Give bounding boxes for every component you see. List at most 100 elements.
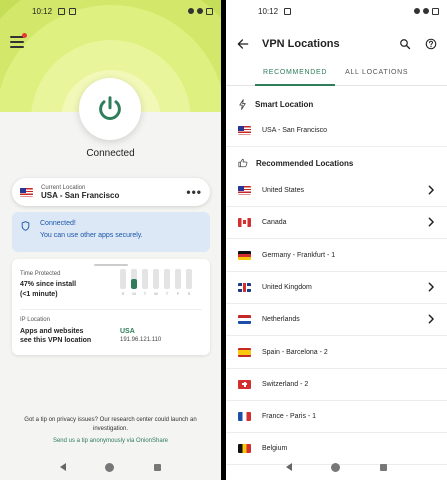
menu-icon[interactable] bbox=[10, 33, 27, 48]
row-divider bbox=[226, 271, 447, 272]
nav-recents-icon[interactable] bbox=[154, 463, 162, 471]
more-options-icon[interactable]: ••• bbox=[186, 185, 202, 199]
home-screen: 10:12 Connected Current Location USA - S… bbox=[0, 0, 221, 480]
nav-back-icon[interactable] bbox=[285, 463, 292, 471]
location-name: Germany - Frankfurt - 1 bbox=[262, 251, 336, 259]
onionshare-link[interactable]: Send us a tip anonymously via OnionShare bbox=[0, 438, 221, 444]
day-bar bbox=[186, 269, 192, 289]
ip-location-label: IP Location bbox=[20, 317, 50, 323]
location-row[interactable]: Netherlands bbox=[226, 305, 447, 333]
power-icon bbox=[99, 96, 121, 120]
notification-icon bbox=[58, 7, 66, 15]
day-label: F bbox=[176, 291, 180, 296]
location-row[interactable]: Canada bbox=[226, 208, 447, 236]
chevron-right-icon[interactable] bbox=[427, 217, 435, 227]
nav-back-icon[interactable] bbox=[59, 463, 66, 471]
us-flag-icon bbox=[238, 185, 251, 195]
day-column: F bbox=[175, 269, 181, 296]
day-label: W bbox=[154, 291, 158, 296]
row-divider bbox=[226, 303, 447, 304]
nav-home-icon[interactable] bbox=[105, 462, 115, 472]
day-label: M bbox=[132, 291, 136, 296]
stats-card[interactable]: Time Protected 47% since install (<1 min… bbox=[12, 259, 210, 355]
notice-title: Connected! bbox=[40, 220, 76, 227]
day-bar bbox=[153, 269, 159, 289]
shield-icon bbox=[21, 221, 30, 231]
status-time: 10:12 bbox=[32, 6, 53, 16]
drag-handle[interactable] bbox=[94, 264, 128, 266]
ip-location-line1: Apps and websites bbox=[20, 328, 84, 335]
wifi-icon bbox=[423, 8, 429, 14]
location-row[interactable]: France - Paris - 1 bbox=[226, 402, 447, 430]
status-time: 10:12 bbox=[258, 6, 279, 16]
day-column: S bbox=[120, 269, 126, 296]
sim-icon bbox=[284, 7, 292, 15]
location-name: Belgium bbox=[262, 444, 288, 452]
section-divider bbox=[226, 146, 447, 147]
page-title: VPN Locations bbox=[262, 38, 340, 50]
day-bar bbox=[164, 269, 170, 289]
location-name: Canada bbox=[262, 218, 287, 226]
belgium-flag-icon bbox=[238, 443, 251, 453]
thumbs-up-icon bbox=[238, 158, 248, 168]
recommended-locations-label: Recommended Locations bbox=[256, 158, 354, 168]
smart-location-item[interactable]: USA - San Francisco bbox=[226, 116, 447, 144]
battery-icon bbox=[432, 7, 439, 15]
location-row[interactable]: Germany - Frankfurt - 1 bbox=[226, 241, 447, 269]
location-name: United States bbox=[262, 186, 305, 194]
france-flag-icon bbox=[238, 411, 251, 421]
day-column: M bbox=[131, 269, 137, 296]
time-protected-label: Time Protected bbox=[20, 271, 61, 277]
tip-text: Got a tip on privacy issues? Our researc… bbox=[24, 417, 197, 432]
nav-bar bbox=[226, 454, 447, 480]
stats-divider bbox=[20, 309, 202, 310]
app-bar: VPN Locations bbox=[226, 28, 447, 60]
germany-flag-icon bbox=[238, 250, 251, 260]
day-label: T bbox=[165, 291, 169, 296]
us-flag-icon bbox=[20, 187, 33, 197]
location-row[interactable]: Spain - Barcelona - 2 bbox=[226, 338, 447, 366]
row-divider bbox=[226, 238, 447, 239]
switzerland-flag-icon bbox=[238, 379, 251, 389]
day-bar bbox=[175, 269, 181, 289]
location-row[interactable]: Switzerland - 2 bbox=[226, 370, 447, 398]
chevron-right-icon[interactable] bbox=[427, 282, 435, 292]
row-divider bbox=[226, 206, 447, 207]
location-row[interactable]: United Kingdom bbox=[226, 273, 447, 301]
netherlands-flag-icon bbox=[238, 314, 251, 324]
search-icon[interactable] bbox=[399, 38, 411, 50]
day-bar bbox=[131, 269, 137, 289]
back-arrow-icon[interactable] bbox=[236, 37, 250, 51]
tab-all-locations[interactable]: ALL LOCATIONS bbox=[345, 62, 408, 85]
location-name: France - Paris - 1 bbox=[262, 412, 317, 420]
notice-body: You can use other apps securely. bbox=[40, 232, 143, 239]
day-label: S bbox=[121, 291, 125, 296]
status-bar: 10:12 bbox=[226, 0, 447, 22]
day-label: S bbox=[187, 291, 191, 296]
battery-icon bbox=[206, 7, 213, 15]
location-name: United Kingdom bbox=[262, 283, 312, 291]
nav-recents-icon[interactable] bbox=[380, 463, 388, 471]
canada-flag-icon bbox=[238, 217, 251, 227]
spain-flag-icon bbox=[238, 347, 251, 357]
location-name: Spain - Barcelona - 2 bbox=[262, 348, 328, 356]
lightning-icon bbox=[239, 98, 246, 110]
vpn-locations-screen: 10:12 VPN Locations RECOMMENDED ALL LOCA… bbox=[226, 0, 447, 480]
help-icon[interactable] bbox=[425, 38, 437, 50]
location-row[interactable]: United States bbox=[226, 176, 447, 204]
status-bar: 10:12 bbox=[0, 0, 221, 22]
power-button[interactable] bbox=[79, 78, 141, 140]
tab-recommended[interactable]: RECOMMENDED bbox=[254, 62, 336, 86]
smart-location-header: Smart Location bbox=[226, 94, 447, 114]
current-location-card[interactable]: Current Location USA - San Francisco ••• bbox=[12, 178, 210, 206]
key-icon bbox=[414, 8, 420, 14]
day-bar bbox=[142, 269, 148, 289]
us-flag-icon bbox=[238, 125, 251, 135]
location-tabs: RECOMMENDED ALL LOCATIONS bbox=[226, 62, 447, 86]
nav-home-icon[interactable] bbox=[331, 462, 341, 472]
chevron-right-icon[interactable] bbox=[427, 185, 435, 195]
ip-address: 191.96.121.110 bbox=[120, 337, 162, 343]
chevron-right-icon[interactable] bbox=[427, 314, 435, 324]
connected-notice: Connected! You can use other apps secure… bbox=[12, 212, 210, 252]
smart-location-name: USA - San Francisco bbox=[262, 126, 327, 134]
